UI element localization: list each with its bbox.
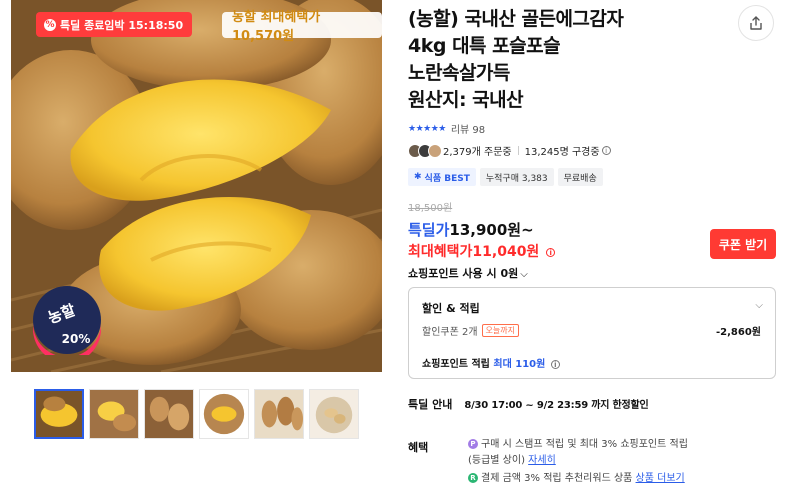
avatar [428, 143, 442, 158]
points-earn-max: 최대 110원 [493, 359, 546, 370]
deal-price-value: 13,900원~ [449, 221, 534, 239]
rating-row: ★★★★★ 리뷰 98 [408, 121, 485, 137]
product-title-line-4: 원산지: 국내산 [408, 89, 524, 111]
more-products-link[interactable]: 상품 더보기 [636, 473, 685, 483]
stats-row: 2,379개 주문중 13,245명 구경중 i [408, 143, 611, 158]
product-main-image: % 특딜 종료임박 15:18:50 농할 최대혜택가 10,570원 농할 2… [11, 0, 382, 372]
share-icon [750, 16, 762, 30]
benefit-item-text: 구매 시 스탬프 적립 및 최대 3% 쇼핑포인트 적립 [481, 439, 688, 450]
deal-price-label: 특딜가 [408, 221, 450, 239]
coupon-count: 할인쿠폰 2개 [422, 327, 478, 338]
original-price: 18,500원 [408, 203, 453, 214]
chevron-down-icon[interactable]: ⌵ [755, 300, 763, 311]
benefit-item-reward: R 결제 금액 3% 적립 추천리워드 상품 상품 더보기 [468, 471, 788, 483]
info-icon[interactable]: i [550, 359, 560, 369]
coupon-line: 할인쿠폰 2개 오늘까지 [422, 323, 519, 338]
points-use-label: 쇼핑포인트 사용 시 0원 [408, 267, 519, 280]
benefit-item-sub: (등급별 상이) [468, 455, 525, 466]
thumbnail-6[interactable] [309, 389, 359, 439]
free-shipping-chip: 무료배송 [557, 168, 603, 186]
product-chips: ✱ 식품 BEST 누적구매 3,383 무료배송 [408, 168, 603, 186]
food-best-chip[interactable]: ✱ 식품 BEST [408, 168, 476, 186]
details-link[interactable]: 자세히 [528, 455, 556, 466]
seal-percent: 20% [62, 332, 91, 346]
thumbnail-5[interactable] [254, 389, 304, 439]
thumbnail-strip [34, 389, 359, 439]
orders-count: 2,379개 주문중 [443, 147, 512, 158]
points-earn-line: 쇼핑포인트 적립 최대 110원 i [422, 355, 560, 370]
food-best-label: 식품 BEST [424, 173, 470, 184]
max-benefit-tag-text: 농할 최대혜택가 10,570원 [232, 10, 321, 44]
free-shipping-label: 무료배송 [563, 173, 597, 184]
nonghal-discount-seal: 농할 20% [33, 286, 101, 355]
thumbnail-2[interactable] [89, 389, 139, 439]
thumbnail-3[interactable] [144, 389, 194, 439]
cumulative-purchase-label: 누적구매 3,383 [485, 173, 548, 184]
max-benefit-value: 11,040원 [472, 244, 540, 260]
max-benefit-tag: 농할 최대혜택가 10,570원 [222, 10, 382, 44]
deal-guide-label: 특딜 안내 [408, 398, 453, 411]
benefit-item-text: 결제 금액 3% 적립 추천리워드 상품 [481, 473, 633, 483]
product-title: (농할) 국내산 골든에그감자 4kg 대특 포슬포슬 노란속살가득 원산지: … [408, 6, 728, 114]
discount-box-heading: 할인 & 적립 [422, 302, 480, 315]
buyer-avatars [408, 143, 442, 158]
points-use-toggle[interactable]: 쇼핑포인트 사용 시 0원 ⌵ [408, 265, 528, 281]
point-icon: P [468, 439, 478, 449]
review-count-link[interactable]: 리뷰 98 [451, 121, 485, 136]
max-benefit-price-row: 최대혜택가11,040원 i [408, 241, 556, 261]
today-only-tag: 오늘까지 [481, 324, 519, 337]
product-title-line-1: (농할) 국내산 골든에그감자 [408, 8, 624, 30]
deal-timer-badge: % 특딜 종료임박 15:18:50 [36, 12, 193, 37]
points-earn-label: 쇼핑포인트 적립 [422, 359, 490, 370]
coupon-discount-amount: -2,860원 [716, 327, 761, 338]
chevron-down-icon: ⌵ [520, 269, 528, 280]
share-button[interactable] [738, 5, 774, 41]
deal-guide-row: 특딜 안내 8/30 17:00 ~ 9/2 23:59 까지 한정할인 [408, 396, 649, 412]
product-title-line-2: 4kg 대특 포슬포슬 [408, 35, 561, 57]
max-benefit-label: 최대혜택가 [408, 244, 473, 260]
benefit-item-stamp: P 구매 시 스탬프 적립 및 최대 3% 쇼핑포인트 적립 (등급별 상이) 자… [468, 437, 788, 469]
info-icon[interactable]: i [546, 247, 556, 257]
product-title-line-3: 노란속살가득 [408, 62, 510, 84]
deal-guide-value: 8/30 17:00 ~ 9/2 23:59 까지 한정할인 [464, 400, 649, 411]
thumbnail-4[interactable] [199, 389, 249, 439]
discount-and-points-box: 할인 & 적립 ⌵ 할인쿠폰 2개 오늘까지 -2,860원 쇼핑포인트 적립 … [408, 287, 776, 379]
deal-timer-text: 특딜 종료임박 15:18:50 [60, 18, 184, 32]
benefits-label: 혜택 [408, 441, 429, 454]
percent-icon: % [44, 18, 56, 31]
get-coupon-button[interactable]: 쿠폰 받기 [710, 229, 776, 259]
info-icon[interactable]: i [601, 146, 611, 155]
rating-stars: ★★★★★ [408, 123, 446, 134]
reward-icon: R [468, 473, 478, 483]
best-icon: ✱ [414, 172, 422, 182]
deal-price-row: 특딜가13,900원~ [408, 219, 534, 240]
divider [517, 146, 519, 155]
viewing-count: 13,245명 구경중 [524, 147, 600, 158]
cumulative-purchase-chip: 누적구매 3,383 [479, 168, 554, 186]
thumbnail-1[interactable] [34, 389, 84, 439]
